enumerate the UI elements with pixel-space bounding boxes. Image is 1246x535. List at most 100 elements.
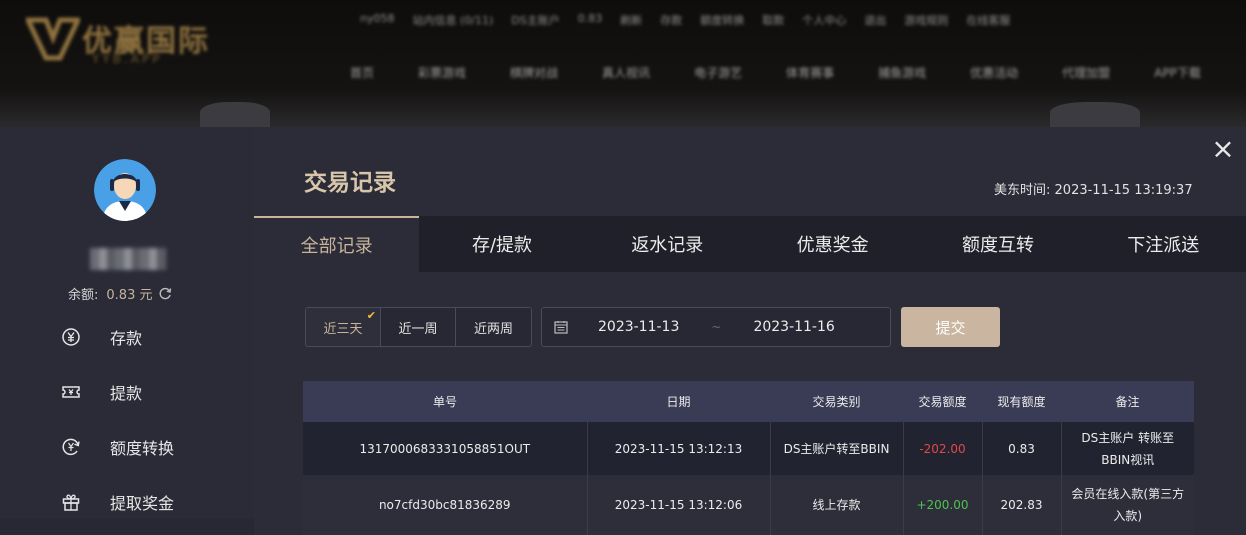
transaction-table: 单号 日期 交易类别 交易额度 现有额度 备注 1317000683331058…: [303, 381, 1194, 535]
record-tabs: 全部记录 存/提款 返水记录 优惠奖金 额度互转 下注派送: [254, 216, 1246, 272]
cell-balance: 202.83: [982, 475, 1062, 535]
top-link[interactable]: 在线客服: [966, 12, 1010, 28]
time-value: 2023-11-15 13:19:37: [1054, 183, 1193, 198]
nav-link[interactable]: 优惠活动: [970, 64, 1018, 81]
logo-mark-icon: [26, 17, 80, 61]
cell-order-id: 1317000683331058851OUT: [303, 422, 588, 475]
cell-date: 2023-11-15 13:12:06: [587, 475, 771, 535]
tab-deposit-withdraw[interactable]: 存/提款: [419, 216, 584, 272]
account-sidebar: 余额: 0.83 元 存款 提款 额度转换 提取奖金: [0, 127, 254, 519]
nav-link[interactable]: 棋牌对战: [510, 64, 558, 81]
tab-bet-rewards[interactable]: 下注派送: [1081, 216, 1246, 272]
top-link[interactable]: 刷新: [620, 12, 642, 28]
top-links: ny058 站内信息 (0/11) DS主账户 0.83 刷新 存款 额度转换 …: [360, 12, 1010, 28]
site-header: 优赢国际 YYB.APP ny058 站内信息 (0/11) DS主账户 0.8…: [0, 0, 1246, 127]
column-header: 单号: [303, 381, 587, 422]
cell-order-id: no7cfd30bc81836289: [303, 475, 588, 535]
nav-link[interactable]: APP下载: [1154, 64, 1201, 81]
top-link[interactable]: 个人中心: [802, 12, 846, 28]
range-2-weeks[interactable]: 近两周: [456, 308, 531, 346]
top-link[interactable]: ny058: [360, 12, 394, 28]
top-link[interactable]: 取款: [762, 12, 784, 28]
date-range-picker[interactable]: 2023-11-13 ~ 2023-11-16: [541, 307, 891, 347]
sidebar-item-label: 额度转换: [110, 438, 175, 458]
end-date[interactable]: 2023-11-16: [753, 319, 834, 335]
tab-rebate[interactable]: 返水记录: [585, 216, 750, 272]
top-link: 0.83: [577, 12, 603, 25]
sidebar-item-label: 提取奖金: [110, 493, 175, 513]
username-redacted: [90, 248, 166, 270]
ticket-icon: [58, 379, 84, 405]
column-header: 日期: [587, 381, 770, 422]
tab-transfer[interactable]: 额度互转: [915, 216, 1080, 272]
tab-all-records[interactable]: 全部记录: [254, 216, 420, 272]
sidebar-item-withdraw[interactable]: 提款: [58, 364, 248, 419]
sidebar-menu: 存款 提款 额度转换 提取奖金: [58, 309, 248, 529]
table-row: 1317000683331058851OUT 2023-11-15 13:12:…: [303, 422, 1194, 475]
range-label: 近两周: [473, 321, 513, 337]
nav-link[interactable]: 电子游艺: [694, 64, 742, 81]
cell-date: 2023-11-15 13:12:13: [587, 422, 771, 475]
sidebar-item-label: 存款: [110, 328, 143, 348]
top-link[interactable]: 退出: [864, 12, 886, 28]
column-header: 现有额度: [982, 381, 1061, 422]
top-link[interactable]: 额度转换: [700, 12, 744, 28]
date-range-group: 近三天 ✔ 近一周 近两周: [305, 307, 532, 347]
column-header: 备注: [1061, 381, 1194, 422]
close-icon: ×: [1211, 132, 1235, 165]
cell-type: DS主账户转至BBIN: [770, 422, 904, 475]
nav-link[interactable]: 首页: [350, 64, 374, 81]
page-title: 交易记录: [304, 170, 396, 196]
nav-link[interactable]: 真人视讯: [602, 64, 650, 81]
submit-button[interactable]: 提交: [901, 307, 1000, 347]
nav-link[interactable]: 捕鱼游戏: [878, 64, 926, 81]
check-icon: ✔: [366, 309, 376, 322]
nav-link[interactable]: 彩票游戏: [418, 64, 466, 81]
range-label: 近三天: [323, 321, 363, 337]
date-separator: ~: [711, 320, 722, 334]
nav-link[interactable]: 代理加盟: [1062, 64, 1110, 81]
yuan-coin-icon: [58, 324, 84, 350]
cell-amount: +200.00: [903, 475, 983, 535]
avatar-image: [94, 159, 156, 221]
range-3-days[interactable]: 近三天 ✔: [306, 308, 381, 346]
range-label: 近一周: [398, 321, 438, 337]
logo-subtext: YYB.APP: [92, 52, 163, 66]
gift-icon: [58, 489, 84, 515]
cell-balance: 0.83: [982, 422, 1062, 475]
refresh-icon[interactable]: [158, 287, 172, 301]
cell-amount: -202.00: [903, 422, 983, 475]
balance-label: 余额:: [68, 288, 99, 303]
close-button[interactable]: ×: [1210, 135, 1236, 163]
table-header-row: 单号 日期 交易类别 交易额度 现有额度 备注: [303, 381, 1194, 422]
banner-decoration: [200, 102, 270, 127]
start-date[interactable]: 2023-11-13: [598, 319, 679, 335]
top-link[interactable]: DS主账户: [511, 12, 559, 28]
transaction-modal: 余额: 0.83 元 存款 提款 额度转换 提取奖金 交易记录 × 美东时间: …: [0, 127, 1246, 535]
top-link[interactable]: 游戏规则: [904, 12, 948, 28]
sidebar-item-bonus[interactable]: 提取奖金: [58, 474, 248, 529]
balance-display: 余额: 0.83 元: [68, 284, 172, 303]
main-nav: 首页 彩票游戏 棋牌对战 真人视讯 电子游艺 体育赛事 捕鱼游戏 优惠活动 代理…: [350, 64, 1201, 81]
avatar: [94, 159, 156, 221]
calendar-icon: [554, 321, 568, 334]
top-link[interactable]: 站内信息 (0/11): [412, 12, 493, 28]
eastern-time: 美东时间: 2023-11-15 13:19:37: [994, 179, 1193, 198]
tab-promo-bonus[interactable]: 优惠奖金: [750, 216, 915, 272]
sidebar-item-transfer[interactable]: 额度转换: [58, 419, 248, 474]
sidebar-item-deposit[interactable]: 存款: [58, 309, 248, 364]
nav-link[interactable]: 体育赛事: [786, 64, 834, 81]
column-header: 交易类别: [770, 381, 903, 422]
range-1-week[interactable]: 近一周: [381, 308, 456, 346]
time-label: 美东时间:: [994, 183, 1051, 198]
balance-amount: 0.83 元: [106, 288, 153, 303]
column-header: 交易额度: [903, 381, 982, 422]
top-link[interactable]: 存款: [660, 12, 682, 28]
table-row: no7cfd30bc81836289 2023-11-15 13:12:06 线…: [303, 475, 1194, 535]
transfer-coin-icon: [58, 434, 84, 460]
cell-note: DS主账户 转账至 BBIN视讯: [1061, 422, 1194, 475]
cell-note: 会员在线入款(第三方入款): [1061, 475, 1194, 535]
sidebar-item-label: 提款: [110, 383, 143, 403]
site-logo[interactable]: 优赢国际 YYB.APP: [26, 14, 216, 74]
cell-type: 线上存款: [770, 475, 904, 535]
